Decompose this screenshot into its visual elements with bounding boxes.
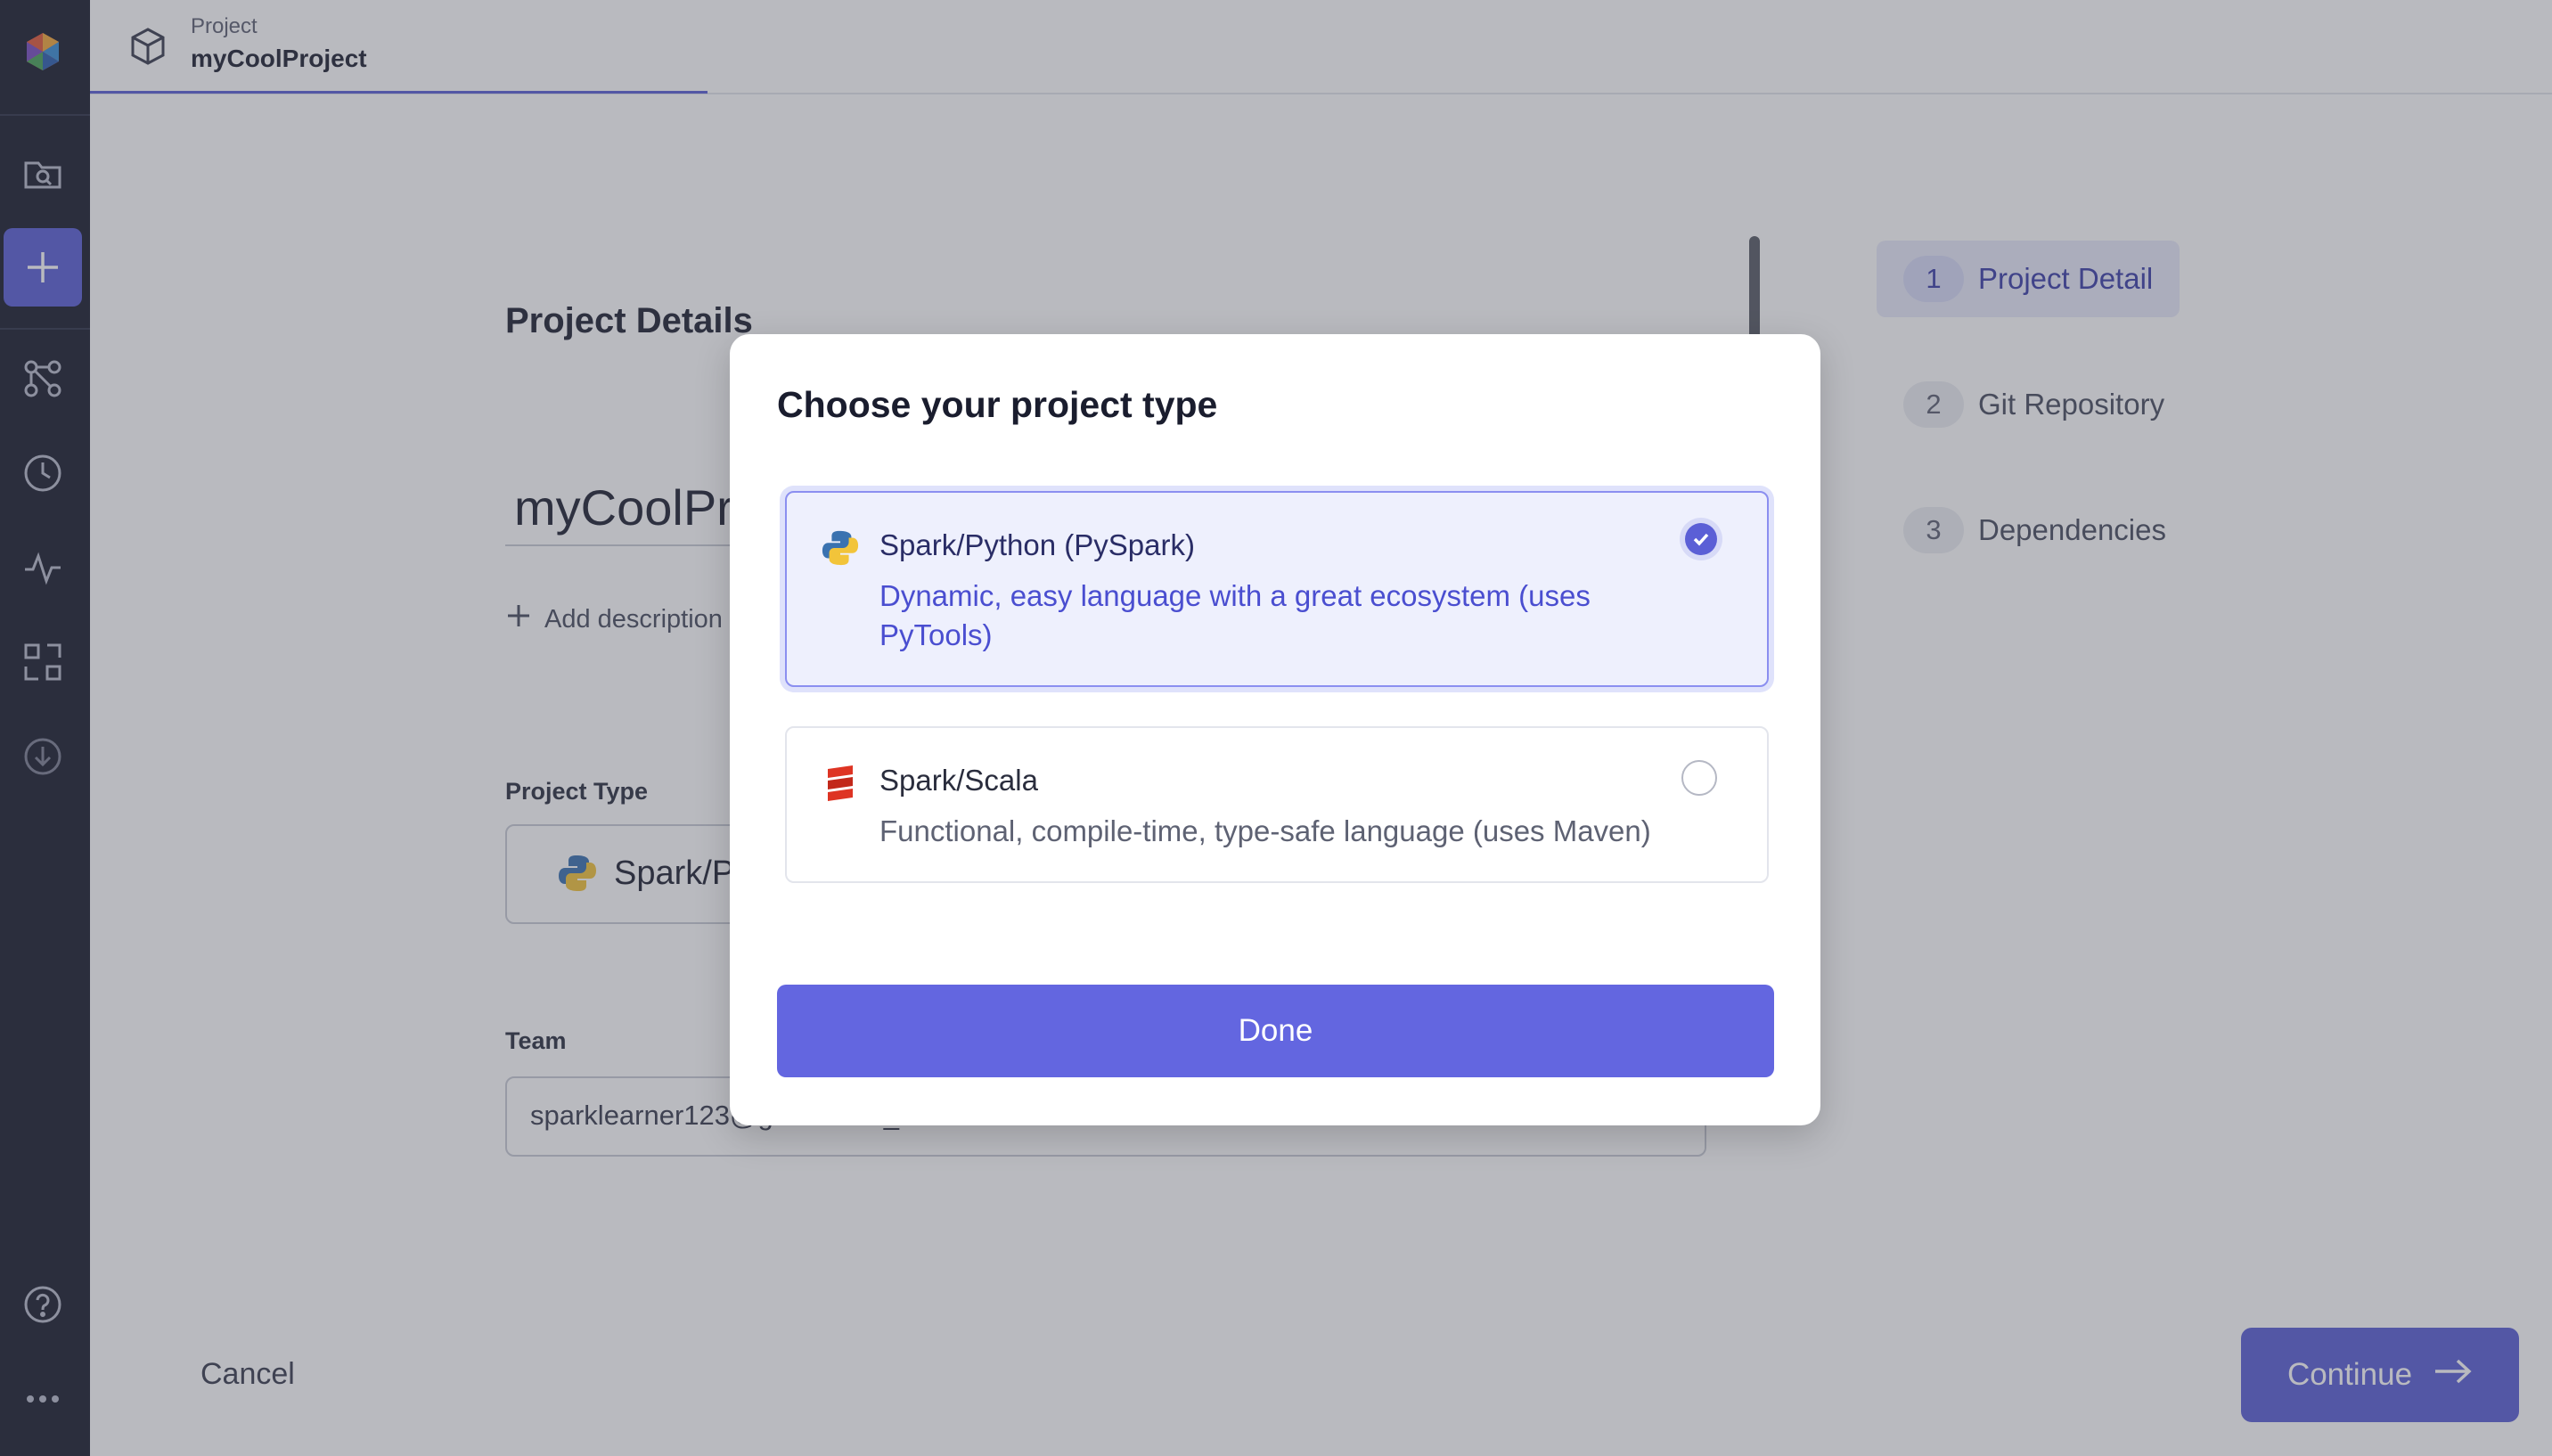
option-description: Dynamic, easy language with a great ecos… (879, 579, 1591, 651)
python-icon (821, 528, 860, 568)
option-description: Functional, compile-time, type-safe lang… (879, 814, 1651, 847)
project-type-modal: Choose your project type Spark/Python (P… (730, 334, 1820, 1125)
option-scala[interactable]: Spark/Scala Functional, compile-time, ty… (785, 726, 1769, 883)
radio-checked-icon[interactable] (1685, 523, 1717, 555)
modal-title: Choose your project type (777, 384, 1218, 425)
done-button[interactable]: Done (777, 985, 1774, 1077)
option-pyspark[interactable]: Spark/Python (PySpark) Dynamic, easy lan… (785, 491, 1769, 687)
option-title: Spark/Scala (879, 764, 1038, 797)
radio-unchecked-icon[interactable] (1681, 760, 1717, 796)
option-title: Spark/Python (PySpark) (879, 528, 1195, 561)
scala-icon (821, 764, 860, 803)
